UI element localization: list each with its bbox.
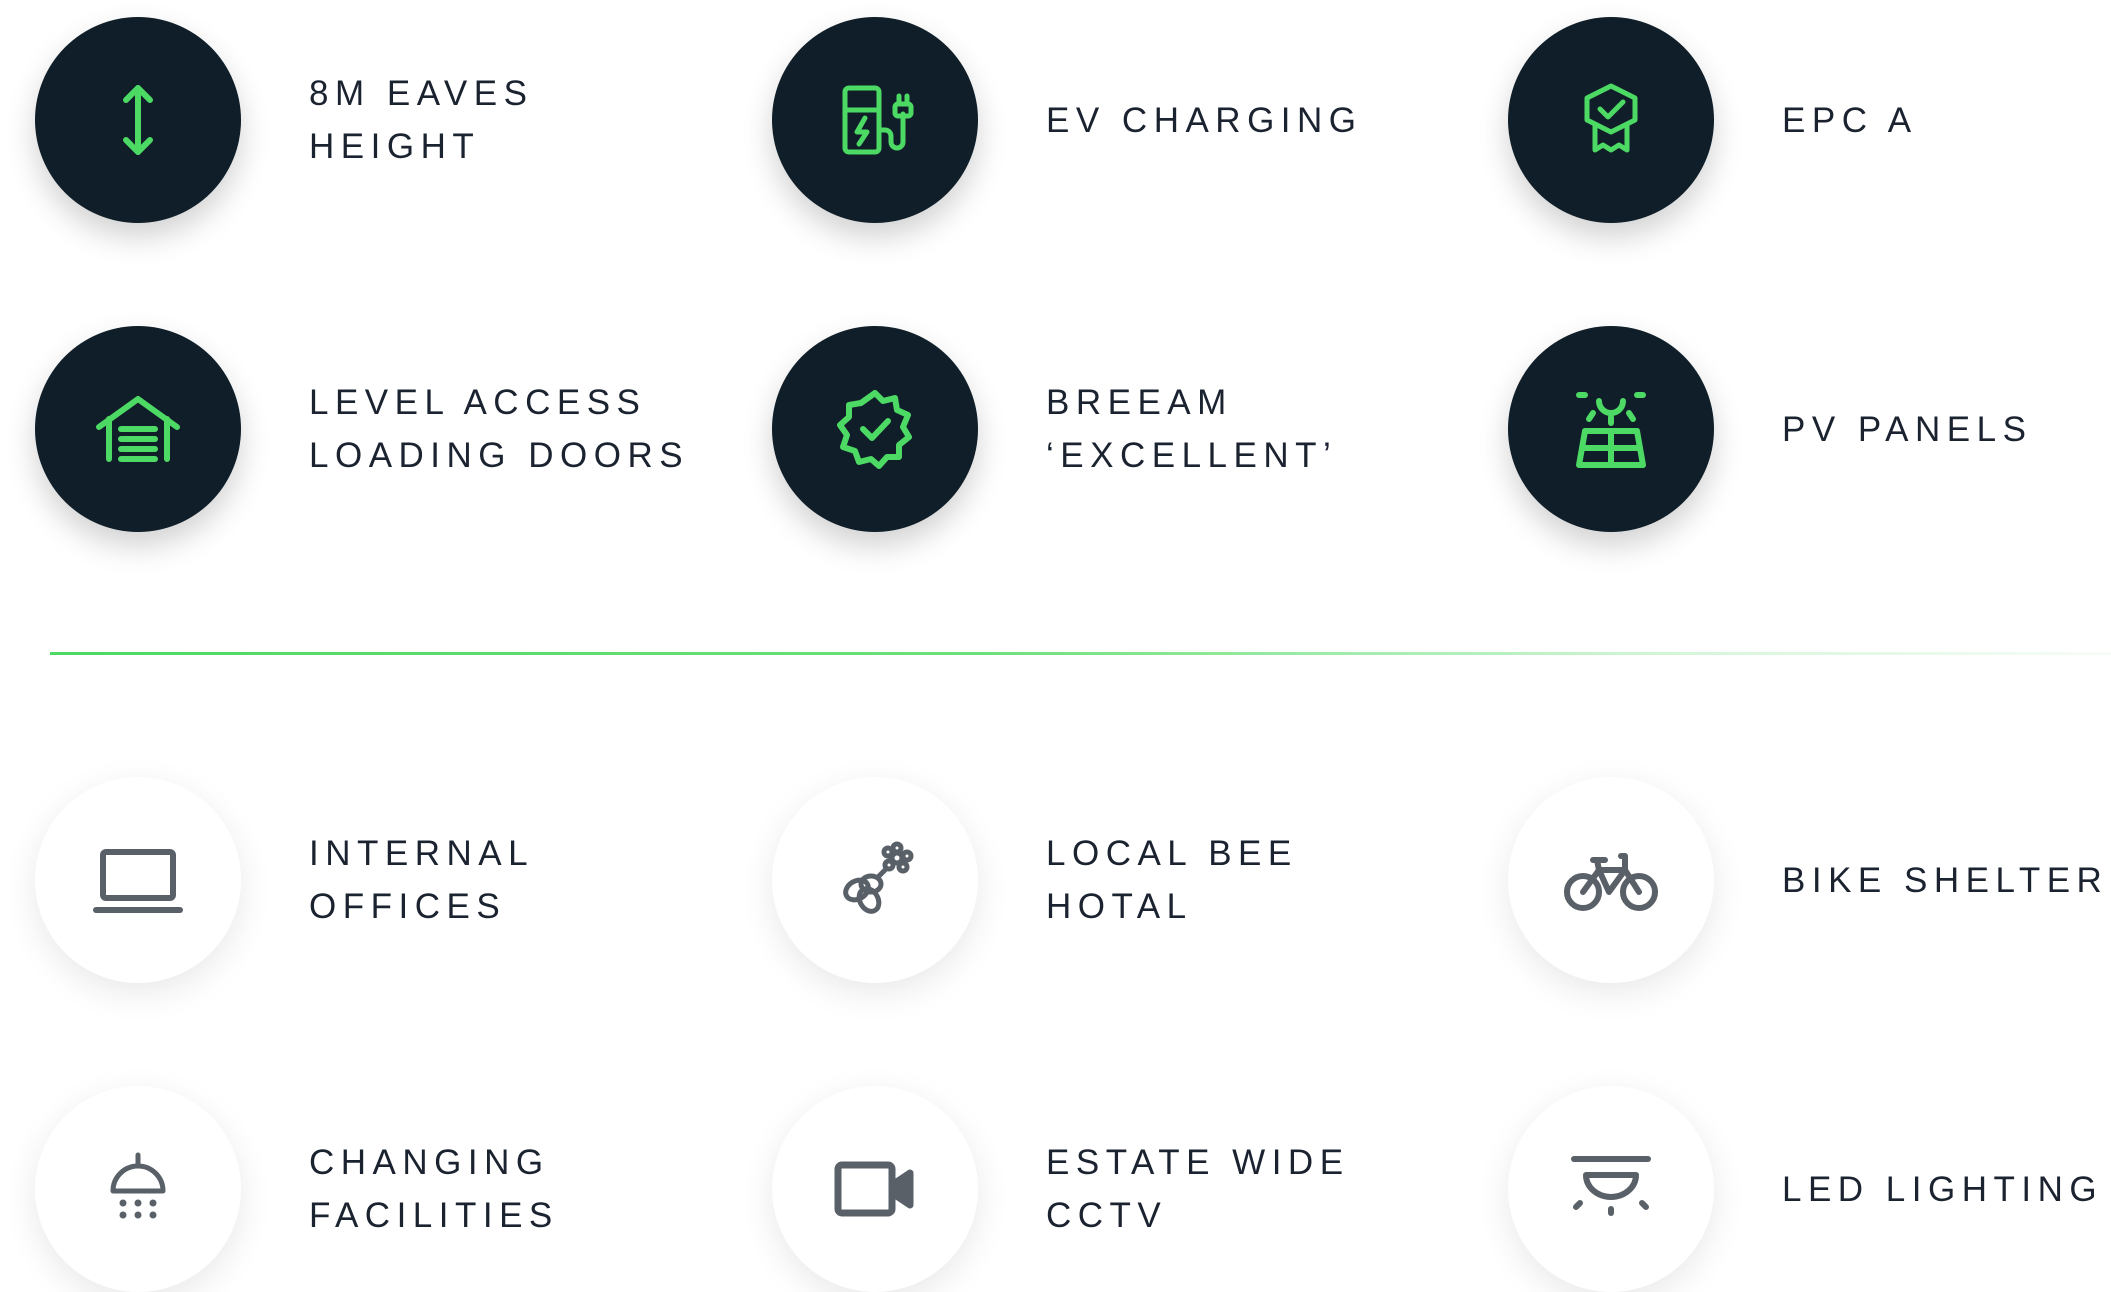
feature-label: LEVEL ACCESS LOADING DOORS [309,326,689,532]
bicycle-icon [1564,853,1658,911]
feature-eaves-height: 8M EAVES HEIGHT [0,0,700,223]
garage-door-icon [96,396,180,462]
feature-icon-circle [772,17,978,223]
feature-local-bee-hotal: LOCAL BEE HOTAL [737,760,1437,983]
feature-icon-circle [772,1086,978,1292]
feature-icon-circle [772,326,978,532]
feature-changing-facilities: CHANGING FACILITIES [0,1069,700,1292]
feature-label-line2: CCTV [1046,1196,1168,1235]
feature-icon-circle [1508,326,1714,532]
feature-icon-circle [1508,1086,1714,1292]
feature-label-line1: BIKE SHELTER [1782,860,2109,900]
feature-level-access: LEVEL ACCESS LOADING DOORS [0,309,700,532]
feature-ev-charging: EV CHARGING [737,0,1437,223]
vertical-arrows-icon [123,85,153,155]
feature-pv-panels: PV PANELS [1473,309,2111,532]
feature-label: LED LIGHTING [1782,1086,2103,1292]
feature-label-line1: LOCAL BEE [1046,834,1298,873]
feature-label: BREEAM ‘EXCELLENT’ [1046,326,1337,532]
laptop-icon [93,849,183,913]
feature-label-line1: LEVEL ACCESS [309,383,647,422]
feature-internal-offices: INTERNAL OFFICES [0,760,700,983]
feature-label: EV CHARGING [1046,17,1363,223]
feature-icon-circle [35,1086,241,1292]
feature-label-line1: 8M EAVES [309,74,534,113]
feature-label-line1: EPC A [1782,100,1918,140]
feature-label-line1: PV PANELS [1782,409,2033,449]
feature-label-line2: ‘EXCELLENT’ [1046,436,1338,475]
feature-label: CHANGING FACILITIES [309,1086,559,1292]
feature-label: 8M EAVES HEIGHT [309,17,533,223]
feature-bike-shelter: BIKE SHELTER [1473,760,2111,983]
feature-label: BIKE SHELTER [1782,777,2108,983]
feature-icon-circle [35,17,241,223]
feature-label-line1: INTERNAL [309,834,535,873]
feature-label-line1: BREEAM [1046,383,1233,422]
feature-label-line2: LOADING DOORS [309,436,690,475]
feature-breeam: BREEAM ‘EXCELLENT’ [737,309,1437,532]
feature-label: ESTATE WIDE CCTV [1046,1086,1350,1292]
section-divider [50,652,2111,655]
feature-label-line1: CHANGING [309,1143,550,1182]
feature-label-line2: OFFICES [309,887,507,926]
feature-icon-circle [35,326,241,532]
feature-icon-circle [772,777,978,983]
feature-icon-circle [1508,17,1714,223]
feature-label-line1: ESTATE WIDE [1046,1143,1350,1182]
solar-panel-icon [1576,392,1646,468]
award-badge-icon [1584,83,1638,153]
ev-charger-icon [842,85,914,155]
feature-label-line2: HEIGHT [309,127,481,166]
feature-led-lighting: LED LIGHTING [1473,1069,2111,1292]
feature-icon-circle [1508,777,1714,983]
feature-estate-cctv: ESTATE WIDE CCTV [737,1069,1437,1292]
feature-label-line1: LED LIGHTING [1782,1169,2104,1209]
feature-label-line2: HOTAL [1046,887,1193,926]
bee-flower-icon [843,841,914,914]
feature-label-line2: FACILITIES [309,1196,559,1235]
feature-label: INTERNAL OFFICES [309,777,534,983]
feature-epc-a: EPC A [1473,0,2111,223]
feature-icon-circle [35,777,241,983]
shower-icon [110,1152,166,1219]
ceiling-light-icon [1571,1156,1651,1216]
video-camera-icon [834,1161,914,1217]
verified-badge-icon [837,390,912,469]
feature-label: LOCAL BEE HOTAL [1046,777,1298,983]
feature-label-line1: EV CHARGING [1046,100,1363,140]
feature-label: PV PANELS [1782,326,2032,532]
feature-label: EPC A [1782,17,1918,223]
